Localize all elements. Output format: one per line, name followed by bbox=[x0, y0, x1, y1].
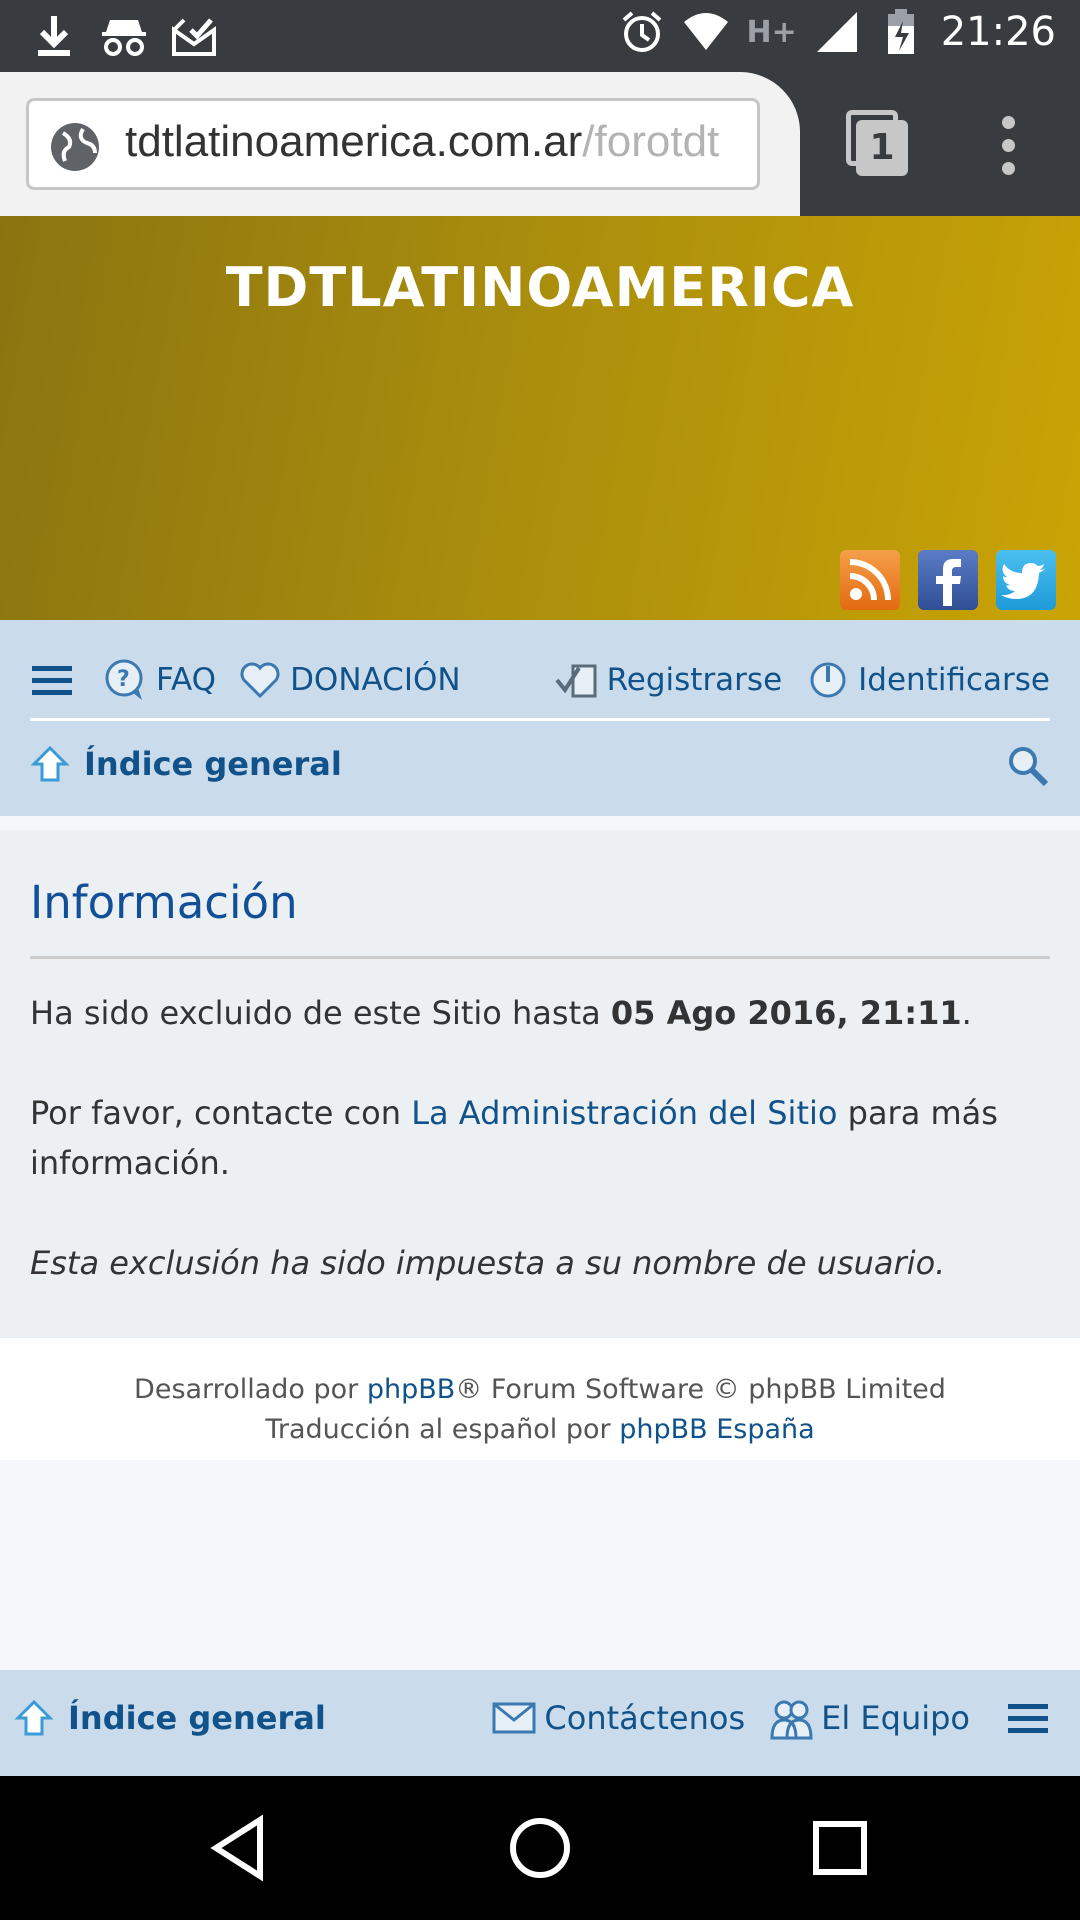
site-title[interactable]: TDTLATINOAMERICA bbox=[0, 256, 1080, 319]
tab-count: 1 bbox=[856, 120, 908, 176]
register-link[interactable]: Registrarse bbox=[555, 658, 782, 702]
home-icon bbox=[30, 745, 70, 782]
svg-text:?: ? bbox=[117, 667, 130, 692]
facebook-icon[interactable] bbox=[918, 550, 978, 610]
copyright: Desarrollado por phpBB® Forum Software ©… bbox=[0, 1338, 1080, 1460]
register-icon bbox=[555, 664, 597, 698]
contact-link[interactable]: Contáctenos bbox=[492, 1696, 745, 1740]
battery-charging-icon bbox=[877, 8, 925, 56]
home-icon bbox=[14, 1699, 54, 1736]
home-button-icon[interactable] bbox=[504, 1812, 576, 1884]
browser-toolbar: tdtlatinoamerica.com.ar/forotdt 1 bbox=[0, 72, 1080, 216]
download-icon bbox=[30, 12, 78, 60]
system-navigation-bar bbox=[0, 1776, 1080, 1920]
signal-icon bbox=[813, 8, 861, 56]
status-bar: H+ 21:26 bbox=[0, 0, 1080, 72]
power-icon bbox=[810, 662, 846, 698]
ban-message: Ha sido excluido de este Sitio hasta 05 … bbox=[30, 994, 972, 1032]
envelope-icon bbox=[492, 1702, 536, 1734]
rss-icon[interactable] bbox=[840, 550, 900, 610]
donation-link[interactable]: DONACIÓN bbox=[238, 658, 461, 702]
breadcrumb-home[interactable]: Índice general bbox=[30, 744, 342, 784]
site-admin-link[interactable]: La Administración del Sitio bbox=[411, 1094, 837, 1132]
address-bar[interactable]: tdtlatinoamerica.com.ar/forotdt bbox=[26, 98, 760, 190]
login-link[interactable]: Identificarse bbox=[806, 658, 1050, 702]
faq-link[interactable]: ? FAQ bbox=[104, 658, 216, 702]
navbar: ? FAQ DONACIÓN Registrarse Identificarse… bbox=[0, 620, 1080, 816]
back-icon[interactable] bbox=[204, 1812, 276, 1884]
wifi-icon bbox=[682, 8, 730, 56]
hamburger-menu-icon[interactable] bbox=[30, 658, 74, 702]
exclusion-note: Esta exclusión ha sido impuesta a su nom… bbox=[30, 1244, 946, 1282]
browser-menu-icon[interactable] bbox=[1000, 116, 1016, 176]
phpbb-link[interactable]: phpBB bbox=[367, 1374, 455, 1405]
team-icon bbox=[770, 1700, 813, 1740]
alarm-icon bbox=[618, 8, 666, 56]
contact-message: Por favor, contacte con La Administració… bbox=[30, 1094, 998, 1182]
url-path: /forotdt bbox=[582, 117, 720, 166]
network-type: H+ bbox=[746, 14, 797, 50]
twitter-icon[interactable] bbox=[996, 550, 1056, 610]
heart-icon bbox=[240, 662, 280, 699]
incognito-icon bbox=[100, 12, 148, 60]
phpbb-spain-link[interactable]: phpBB España bbox=[619, 1414, 815, 1445]
globe-icon bbox=[51, 123, 99, 171]
footer-hamburger-icon[interactable] bbox=[1006, 1696, 1050, 1740]
faq-icon: ? bbox=[105, 659, 143, 700]
footer-navbar: Índice general Contáctenos El Equipo bbox=[0, 1670, 1080, 1776]
recents-icon[interactable] bbox=[804, 1812, 876, 1884]
footer-home-link[interactable]: Índice general bbox=[14, 1698, 326, 1738]
ban-date: 05 Ago 2016, 21:11 bbox=[610, 994, 962, 1032]
clock: 21:26 bbox=[940, 9, 1056, 55]
mail-check-icon bbox=[170, 12, 218, 60]
site-header: TDTLATINOAMERICA bbox=[0, 216, 1080, 620]
team-link[interactable]: El Equipo bbox=[769, 1696, 970, 1740]
url-host: tdtlatinoamerica.com.ar bbox=[125, 117, 583, 166]
search-icon[interactable] bbox=[1006, 744, 1050, 788]
info-panel: Información Ha sido excluido de este Sit… bbox=[0, 830, 1080, 1338]
info-heading: Información bbox=[30, 876, 298, 929]
tab-switcher-button[interactable]: 1 bbox=[846, 110, 908, 176]
